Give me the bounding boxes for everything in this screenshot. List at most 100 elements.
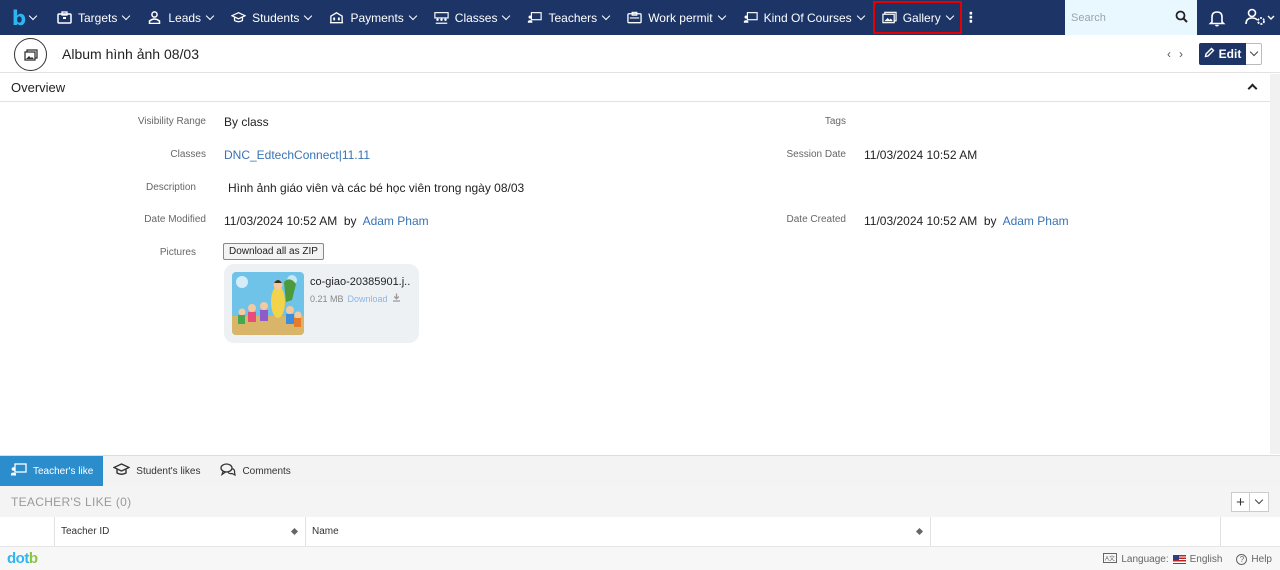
download-zip-button[interactable]: Download all as ZIP — [223, 243, 324, 260]
chevron-down-icon — [205, 11, 215, 20]
nav-item-label: Leads — [168, 10, 202, 25]
nav-item-label: Payments — [350, 10, 404, 25]
download-icon[interactable] — [392, 293, 401, 304]
column-header-label: Name — [312, 526, 339, 537]
date-modified-field: 11/03/2024 10:52 AM by Adam Pham — [224, 214, 429, 228]
nav-item-label: Kind Of Courses — [763, 10, 852, 25]
chevron-down-icon — [717, 11, 726, 20]
tab-teachers-like[interactable]: Teacher's like — [0, 455, 104, 487]
sort-icon[interactable] — [915, 527, 924, 536]
teacher-board-icon — [527, 11, 543, 24]
nav-item-label: Classes — [454, 10, 498, 25]
nav-item-label: Teachers — [548, 10, 598, 25]
picture-meta: 0.21 MB Download — [310, 293, 401, 304]
global-search — [1065, 0, 1197, 35]
user-settings-icon[interactable] — [1244, 7, 1276, 27]
column-header-name[interactable]: Name — [305, 517, 930, 546]
search-icon[interactable] — [1175, 10, 1188, 26]
briefcase-icon — [57, 11, 72, 24]
edit-button-label: Edit — [1218, 47, 1242, 61]
visibility-range-value: By class — [224, 115, 269, 129]
nav-item-leads[interactable]: Leads — [138, 0, 222, 35]
nav-item-targets[interactable]: Targets — [48, 0, 138, 35]
picture-download-link[interactable]: Download — [348, 294, 388, 304]
subpanel-title: TEACHER'S LIKE (0) — [0, 486, 1280, 517]
chevron-down-icon — [122, 11, 131, 20]
classroom-icon — [434, 11, 449, 24]
chevron-down-icon — [28, 11, 38, 20]
chevron-down-icon — [1254, 495, 1264, 505]
nav-item-kind-of-courses[interactable]: Kind Of Courses — [734, 0, 873, 35]
nav-item-payments[interactable]: Payments — [320, 0, 424, 35]
nav-item-classes[interactable]: Classes — [425, 0, 519, 35]
add-record-button[interactable]: + — [1231, 492, 1250, 512]
actions-column — [1220, 517, 1280, 546]
id-card-icon — [627, 11, 642, 24]
subpanel-table-header: Teacher ID Name — [0, 517, 1280, 546]
chevron-down-icon — [945, 11, 954, 20]
chevron-down-icon — [601, 11, 611, 20]
modified-by-user-link[interactable]: Adam Pham — [363, 214, 429, 228]
language-icon: A文 — [1103, 553, 1118, 566]
overview-title: Overview — [11, 80, 66, 95]
picture-attachment[interactable]: co-giao-20385901.j... 0.21 MB Download — [224, 264, 419, 343]
next-record-icon[interactable]: › — [1179, 47, 1183, 61]
logo-icon: b — [11, 5, 27, 30]
footer-logo[interactable]: dotb — [7, 550, 38, 567]
footer-bar: dotb A文 Language: English ? Help — [0, 546, 1280, 570]
previous-record-icon[interactable]: ‹ — [1167, 47, 1171, 61]
tab-comments[interactable]: Comments — [210, 456, 300, 487]
subpanel-actions: + — [1231, 492, 1269, 512]
classes-link[interactable]: DNC_EdtechConnect|11.11 — [224, 148, 370, 162]
classes-label: Classes — [170, 149, 206, 160]
more-menu-icon[interactable]: ⋮ — [962, 9, 980, 26]
tab-label: Teacher's like — [33, 465, 94, 477]
chevron-down-icon — [856, 11, 865, 20]
app-logo-menu[interactable]: b — [0, 0, 48, 35]
search-input[interactable] — [1071, 11, 1175, 24]
chevron-up-icon[interactable] — [1247, 83, 1258, 94]
footer-right: A文 Language: English ? Help — [1103, 553, 1272, 566]
chevron-down-icon — [502, 11, 511, 20]
page-title: Album hình ảnh 08/03 — [62, 46, 199, 62]
description-label: Description — [145, 182, 196, 193]
related-tabs: Teacher's like Student's likes Comments — [0, 455, 1280, 487]
by-label: by — [343, 214, 357, 228]
record-header: Album hình ảnh 08/03 ‹ › Edit — [0, 35, 1280, 73]
tags-label: Tags — [824, 116, 846, 127]
chevron-down-icon — [408, 11, 418, 20]
edit-button-group: Edit — [1199, 43, 1262, 65]
session-date-value: 11/03/2024 10:52 AM — [864, 148, 978, 162]
column-header-label: Teacher ID — [61, 526, 110, 537]
help-icon[interactable]: ? — [1236, 554, 1248, 565]
nav-item-work-permit[interactable]: Work permit — [618, 0, 733, 35]
nav-item-label: Work permit — [648, 10, 713, 25]
tab-students-likes[interactable]: Student's likes — [103, 456, 210, 487]
nav-item-teachers[interactable]: Teachers — [518, 0, 618, 35]
created-by-user-link[interactable]: Adam Pham — [1003, 214, 1069, 228]
picture-file-size: 0.21 MB — [310, 293, 344, 304]
tab-label: Student's likes — [136, 465, 201, 477]
edit-options-dropdown[interactable] — [1246, 43, 1262, 65]
comments-icon — [220, 463, 237, 479]
date-modified-label: Date Modified — [144, 214, 206, 225]
language-selector[interactable]: English — [1190, 554, 1223, 565]
column-header-teacher-id[interactable]: Teacher ID — [54, 517, 305, 546]
vertical-scrollbar[interactable] — [1270, 74, 1280, 454]
nav-item-label: Students — [252, 10, 300, 25]
session-date-label: Session Date — [786, 149, 846, 160]
subpanel-options-dropdown[interactable] — [1250, 492, 1269, 512]
edit-button[interactable]: Edit — [1199, 43, 1246, 65]
picture-thumbnail[interactable] — [232, 272, 304, 335]
nav-item-students[interactable]: Students — [222, 0, 320, 35]
graduation-cap-icon — [231, 11, 247, 24]
overview-panel-header[interactable]: Overview — [0, 74, 1270, 102]
nav-item-gallery[interactable]: Gallery — [872, 1, 962, 34]
help-link[interactable]: Help — [1251, 554, 1272, 565]
gallery-record-icon — [14, 38, 47, 71]
description-value: Hình ảnh giáo viên và các bé học viên tr… — [228, 181, 525, 195]
us-flag-icon — [1172, 555, 1186, 564]
notifications-bell-icon[interactable] — [1207, 8, 1227, 28]
sort-icon[interactable] — [290, 527, 299, 536]
gallery-icon — [882, 11, 897, 24]
